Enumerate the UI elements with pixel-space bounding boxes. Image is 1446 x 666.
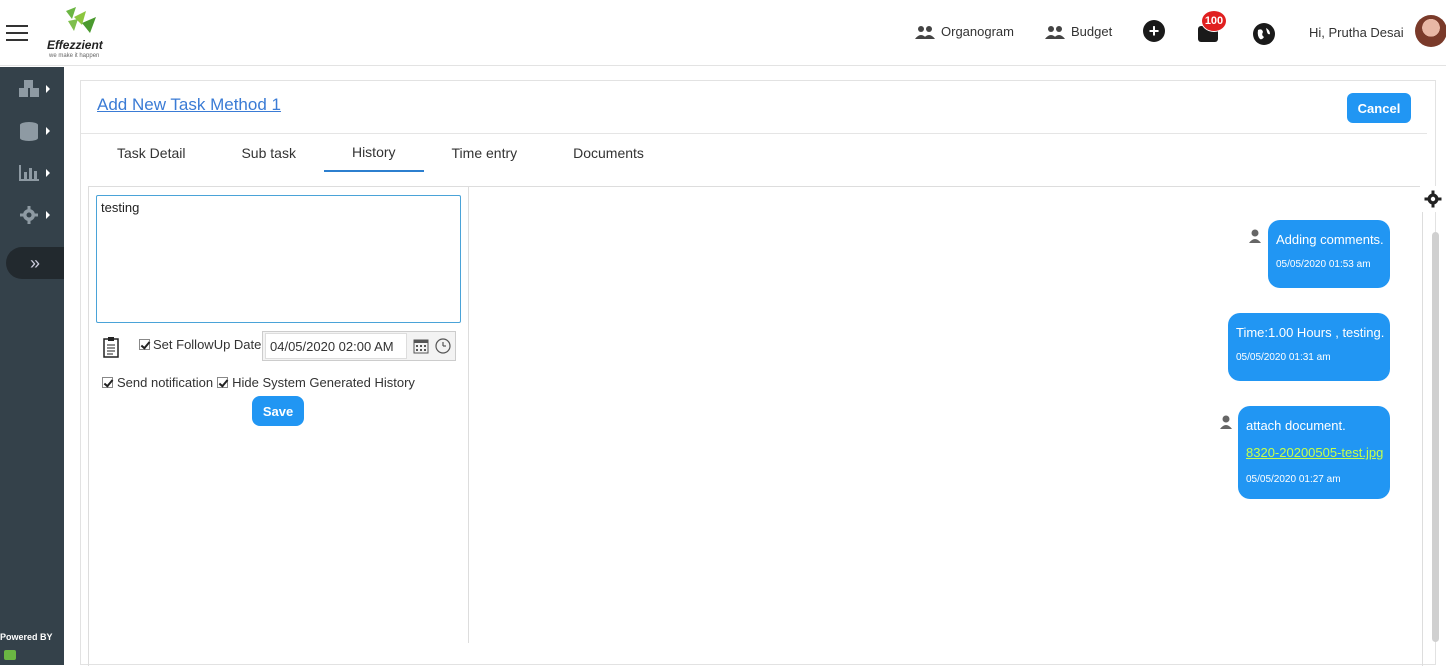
notifications-button[interactable]: 100 xyxy=(1198,10,1227,42)
message-text: Adding comments. xyxy=(1276,232,1384,247)
calendar-icon[interactable] xyxy=(413,338,429,354)
tab-history[interactable]: History xyxy=(323,134,424,172)
sidebar-expand-button[interactable]: » xyxy=(6,247,64,279)
people-icon xyxy=(1045,25,1065,39)
user-avatar[interactable] xyxy=(1415,15,1446,47)
settings-gear-icon[interactable] xyxy=(1420,186,1446,212)
caret-right-icon xyxy=(46,127,50,135)
tab-time-entry[interactable]: Time entry xyxy=(424,134,546,172)
database-icon xyxy=(20,122,38,141)
powered-by-logo xyxy=(4,650,16,660)
page-title[interactable]: Add New Task Method 1 xyxy=(97,95,281,115)
budget-link[interactable]: Budget xyxy=(1045,24,1112,39)
sidebar-item-modules[interactable] xyxy=(17,76,53,102)
tab-sub-task[interactable]: Sub task xyxy=(213,134,323,172)
organogram-label: Organogram xyxy=(941,24,1014,39)
globe-icon[interactable] xyxy=(1253,23,1275,45)
user-greeting: Hi, Prutha Desai xyxy=(1309,25,1404,40)
message-text: attach document. xyxy=(1246,418,1346,433)
send-notification-label: Send notification xyxy=(117,375,214,390)
attachment-link[interactable]: 8320-20200505-test.jpg xyxy=(1246,445,1383,460)
brand-logo[interactable]: Effezzient we make it happen xyxy=(44,5,116,63)
comment-textarea[interactable]: testing xyxy=(96,195,461,323)
notification-badge: 100 xyxy=(1201,10,1227,32)
tab-documents[interactable]: Documents xyxy=(545,134,672,172)
brand-tagline: we make it happen xyxy=(49,53,100,59)
caret-right-icon xyxy=(46,211,50,219)
history-content: testing Set FollowUp Date 04/05/2020 02:… xyxy=(88,186,1423,666)
logo-leaf-icon xyxy=(66,7,96,33)
task-panel: Add New Task Method 1 Cancel Task Detail… xyxy=(80,80,1436,666)
sidebar: » Powered BY xyxy=(0,67,64,665)
caret-right-icon xyxy=(46,169,50,177)
scrollbar[interactable] xyxy=(1432,232,1439,642)
hide-system-history-checkbox[interactable]: Hide System Generated History xyxy=(217,375,415,390)
followup-date-picker xyxy=(262,331,456,361)
organogram-link[interactable]: Organogram xyxy=(915,24,1014,39)
brand-name: Effezzient xyxy=(47,38,103,52)
history-form: testing Set FollowUp Date 04/05/2020 02:… xyxy=(89,187,469,643)
message-text: Time:1.00 Hours , testing. xyxy=(1236,325,1385,340)
hide-system-history-label: Hide System Generated History xyxy=(232,375,415,390)
followup-label: Set FollowUp Date xyxy=(153,337,262,352)
sidebar-item-settings[interactable] xyxy=(17,202,53,228)
send-notification-checkbox[interactable]: Send notification xyxy=(102,375,213,390)
task-tabs: Task Detail Sub task History Time entry … xyxy=(89,134,672,172)
powered-by-label: Powered BY xyxy=(0,632,53,642)
tab-task-detail[interactable]: Task Detail xyxy=(89,134,213,172)
save-button[interactable]: Save xyxy=(252,396,304,426)
checkbox-checked-icon[interactable] xyxy=(217,377,229,388)
bar-chart-icon xyxy=(19,165,39,181)
cubes-icon xyxy=(19,80,39,97)
user-icon xyxy=(1249,229,1261,243)
history-message: Adding comments. 05/05/2020 01:53 am xyxy=(1268,220,1390,288)
message-time: 05/05/2020 01:27 am xyxy=(1246,474,1341,485)
followup-date-input[interactable] xyxy=(265,333,407,359)
cancel-button[interactable]: Cancel xyxy=(1347,93,1411,123)
hamburger-menu-icon[interactable] xyxy=(6,25,28,41)
gear-icon xyxy=(20,206,38,224)
caret-right-icon xyxy=(46,85,50,93)
budget-label: Budget xyxy=(1071,24,1113,39)
user-icon xyxy=(1220,415,1232,429)
sidebar-item-reports[interactable] xyxy=(17,160,53,186)
checkbox-checked-icon[interactable] xyxy=(139,339,150,350)
clipboard-icon[interactable] xyxy=(102,336,120,358)
people-icon xyxy=(915,25,935,39)
top-bar: Effezzient we make it happen Organogram … xyxy=(0,0,1446,66)
history-feed: Adding comments. 05/05/2020 01:53 am Tim… xyxy=(470,187,1422,643)
followup-checkbox[interactable]: Set FollowUp Date xyxy=(139,337,261,352)
history-options: Send notification Hide System Generated … xyxy=(102,375,415,390)
history-message: Time:1.00 Hours , testing. 05/05/2020 01… xyxy=(1228,313,1390,381)
add-icon[interactable]: + xyxy=(1143,20,1165,42)
message-time: 05/05/2020 01:31 am xyxy=(1236,352,1331,363)
history-message: attach document. 8320-20200505-test.jpg … xyxy=(1238,406,1390,499)
message-time: 05/05/2020 01:53 am xyxy=(1276,259,1371,270)
sidebar-item-database[interactable] xyxy=(17,118,53,144)
clock-icon[interactable] xyxy=(435,338,451,354)
checkbox-checked-icon[interactable] xyxy=(102,377,113,388)
